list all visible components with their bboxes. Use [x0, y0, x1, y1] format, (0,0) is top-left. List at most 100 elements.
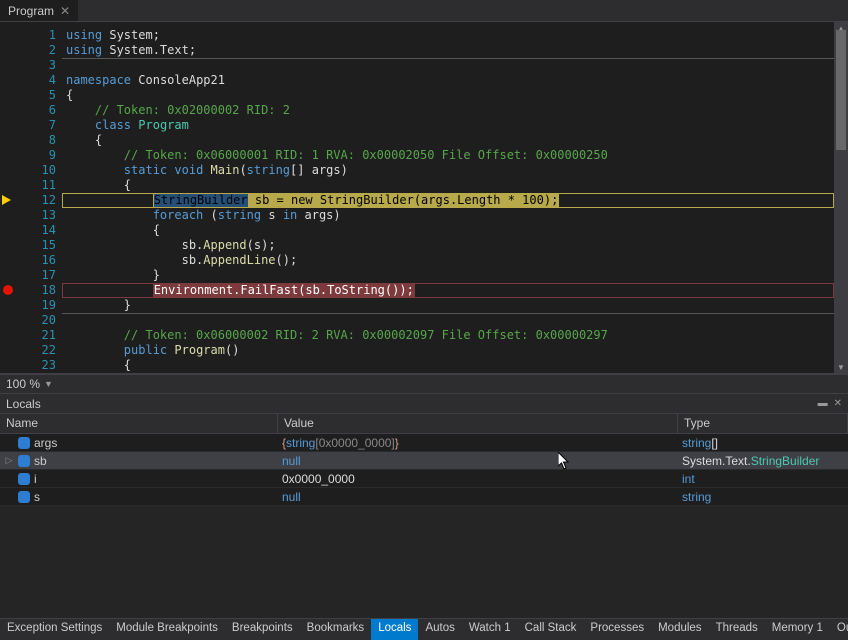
line-number: 20	[18, 313, 56, 328]
vertical-scrollbar[interactable]: ▲ ▼	[834, 22, 848, 373]
expander-icon[interactable]: ▷	[4, 455, 14, 466]
close-icon[interactable]: ✕	[834, 398, 842, 409]
line-number: 23	[18, 358, 56, 373]
code-line[interactable]: class Program	[62, 118, 834, 133]
tool-window-tabs: Exception SettingsModule BreakpointsBrea…	[0, 618, 848, 640]
variable-value[interactable]: 0x0000_0000	[278, 472, 678, 486]
line-number: 15	[18, 238, 56, 253]
code-line[interactable]: namespace ConsoleApp21	[62, 73, 834, 88]
code-line[interactable]: sb.AppendLine();	[62, 253, 834, 268]
line-number: 13	[18, 208, 56, 223]
tool-tab-call-stack[interactable]: Call Stack	[518, 619, 584, 640]
code-line[interactable]	[62, 58, 834, 73]
pin-icon[interactable]: ▬	[818, 398, 828, 409]
locals-panel: Locals ▬ ✕ Name Value Type args {string[0…	[0, 394, 848, 618]
line-number: 19	[18, 298, 56, 313]
breakpoint-icon[interactable]	[3, 285, 13, 295]
line-number: 18	[18, 283, 56, 298]
line-number: 16	[18, 253, 56, 268]
locals-row[interactable]: args {string[0x0000_0000]}string[]	[0, 434, 848, 452]
variable-icon	[18, 455, 30, 467]
column-type-header[interactable]: Type	[678, 414, 848, 433]
tool-tab-autos[interactable]: Autos	[418, 619, 461, 640]
code-line[interactable]: {	[62, 133, 834, 148]
scroll-down-icon[interactable]: ▼	[834, 361, 848, 373]
tool-tab-bookmarks[interactable]: Bookmarks	[300, 619, 372, 640]
line-number: 10	[18, 163, 56, 178]
variable-icon	[18, 491, 30, 503]
code-line[interactable]: sb.Append(s);	[62, 238, 834, 253]
code-line[interactable]: {	[62, 88, 834, 103]
panel-header[interactable]: Locals ▬ ✕	[0, 394, 848, 414]
variable-name: i	[34, 472, 37, 486]
line-number: 21	[18, 328, 56, 343]
line-number: 22	[18, 343, 56, 358]
code-line[interactable]: Environment.FailFast(sb.ToString());	[62, 283, 834, 298]
locals-row[interactable]: i 0x0000_0000int	[0, 470, 848, 488]
variable-icon	[18, 437, 30, 449]
code-line[interactable]: {	[62, 358, 834, 373]
code-line[interactable]: public Program()	[62, 343, 834, 358]
line-number: 4	[18, 73, 56, 88]
code-line[interactable]: // Token: 0x02000002 RID: 2	[62, 103, 834, 118]
variable-name: args	[34, 436, 57, 450]
code-line[interactable]: using System;	[62, 28, 834, 43]
code-line[interactable]: {	[62, 178, 834, 193]
code-line[interactable]: static void Main(string[] args)	[62, 163, 834, 178]
variable-type: string[]	[678, 436, 848, 450]
chevron-down-icon[interactable]: ▼	[44, 379, 53, 389]
variable-icon	[18, 473, 30, 485]
locals-grid-header: Name Value Type	[0, 414, 848, 434]
code-line[interactable]: // Token: 0x06000002 RID: 2 RVA: 0x00002…	[62, 328, 834, 343]
code-editor[interactable]: 1234567891011121314151617181920212223 us…	[0, 22, 848, 374]
line-number: 17	[18, 268, 56, 283]
tool-tab-locals[interactable]: Locals	[371, 619, 418, 640]
code-line[interactable]	[62, 313, 834, 328]
zoom-bar: 100 % ▼	[0, 374, 848, 394]
tool-tab-breakpoints[interactable]: Breakpoints	[225, 619, 300, 640]
tool-tab-memory-1[interactable]: Memory 1	[765, 619, 830, 640]
close-icon[interactable]: ✕	[60, 5, 70, 17]
tool-tab-watch-1[interactable]: Watch 1	[462, 619, 518, 640]
code-line[interactable]: StringBuilder sb = new StringBuilder(arg…	[62, 193, 834, 208]
column-value-header[interactable]: Value	[278, 414, 678, 433]
code-line[interactable]: // Token: 0x06000001 RID: 1 RVA: 0x00002…	[62, 148, 834, 163]
variable-type: string	[678, 490, 848, 504]
variable-type: int	[678, 472, 848, 486]
tab-program[interactable]: Program ✕	[0, 0, 78, 21]
locals-row[interactable]: ▷sbnullSystem.Text.StringBuilder	[0, 452, 848, 470]
line-number: 6	[18, 103, 56, 118]
line-number: 3	[18, 58, 56, 73]
line-number: 5	[18, 88, 56, 103]
line-number: 14	[18, 223, 56, 238]
code-line[interactable]: using System.Text;	[62, 43, 834, 58]
locals-grid-body: args {string[0x0000_0000]}string[] ▷ sb null…	[0, 434, 848, 506]
glyph-margin[interactable]	[0, 22, 18, 373]
code-area[interactable]: using System;using System.Text; namespace…	[62, 22, 834, 373]
column-name-header[interactable]: Name	[0, 414, 278, 433]
code-line[interactable]: }	[62, 298, 834, 313]
code-line[interactable]: {	[62, 223, 834, 238]
tool-tab-module-breakpoints[interactable]: Module Breakpoints	[109, 619, 225, 640]
variable-value[interactable]: null	[278, 490, 678, 504]
line-number: 2	[18, 43, 56, 58]
tab-label: Program	[8, 4, 54, 18]
scrollbar-thumb[interactable]	[836, 30, 846, 150]
variable-value[interactable]: null	[278, 454, 678, 468]
code-line[interactable]: foreach (string s in args)	[62, 208, 834, 223]
tool-tab-processes[interactable]: Processes	[583, 619, 651, 640]
tool-tab-output[interactable]: Output	[830, 619, 848, 640]
panel-title: Locals	[6, 397, 41, 411]
tool-tab-threads[interactable]: Threads	[709, 619, 765, 640]
tool-tab-exception-settings[interactable]: Exception Settings	[0, 619, 109, 640]
code-line[interactable]: }	[62, 268, 834, 283]
line-number: 7	[18, 118, 56, 133]
line-number: 1	[18, 28, 56, 43]
line-number: 9	[18, 148, 56, 163]
tool-tab-modules[interactable]: Modules	[651, 619, 708, 640]
locals-row[interactable]: snullstring	[0, 488, 848, 506]
variable-value[interactable]: {string[0x0000_0000]}	[278, 436, 678, 450]
zoom-level[interactable]: 100 %	[6, 377, 40, 391]
line-number: 12	[18, 193, 56, 208]
variable-name: sb	[34, 454, 47, 468]
